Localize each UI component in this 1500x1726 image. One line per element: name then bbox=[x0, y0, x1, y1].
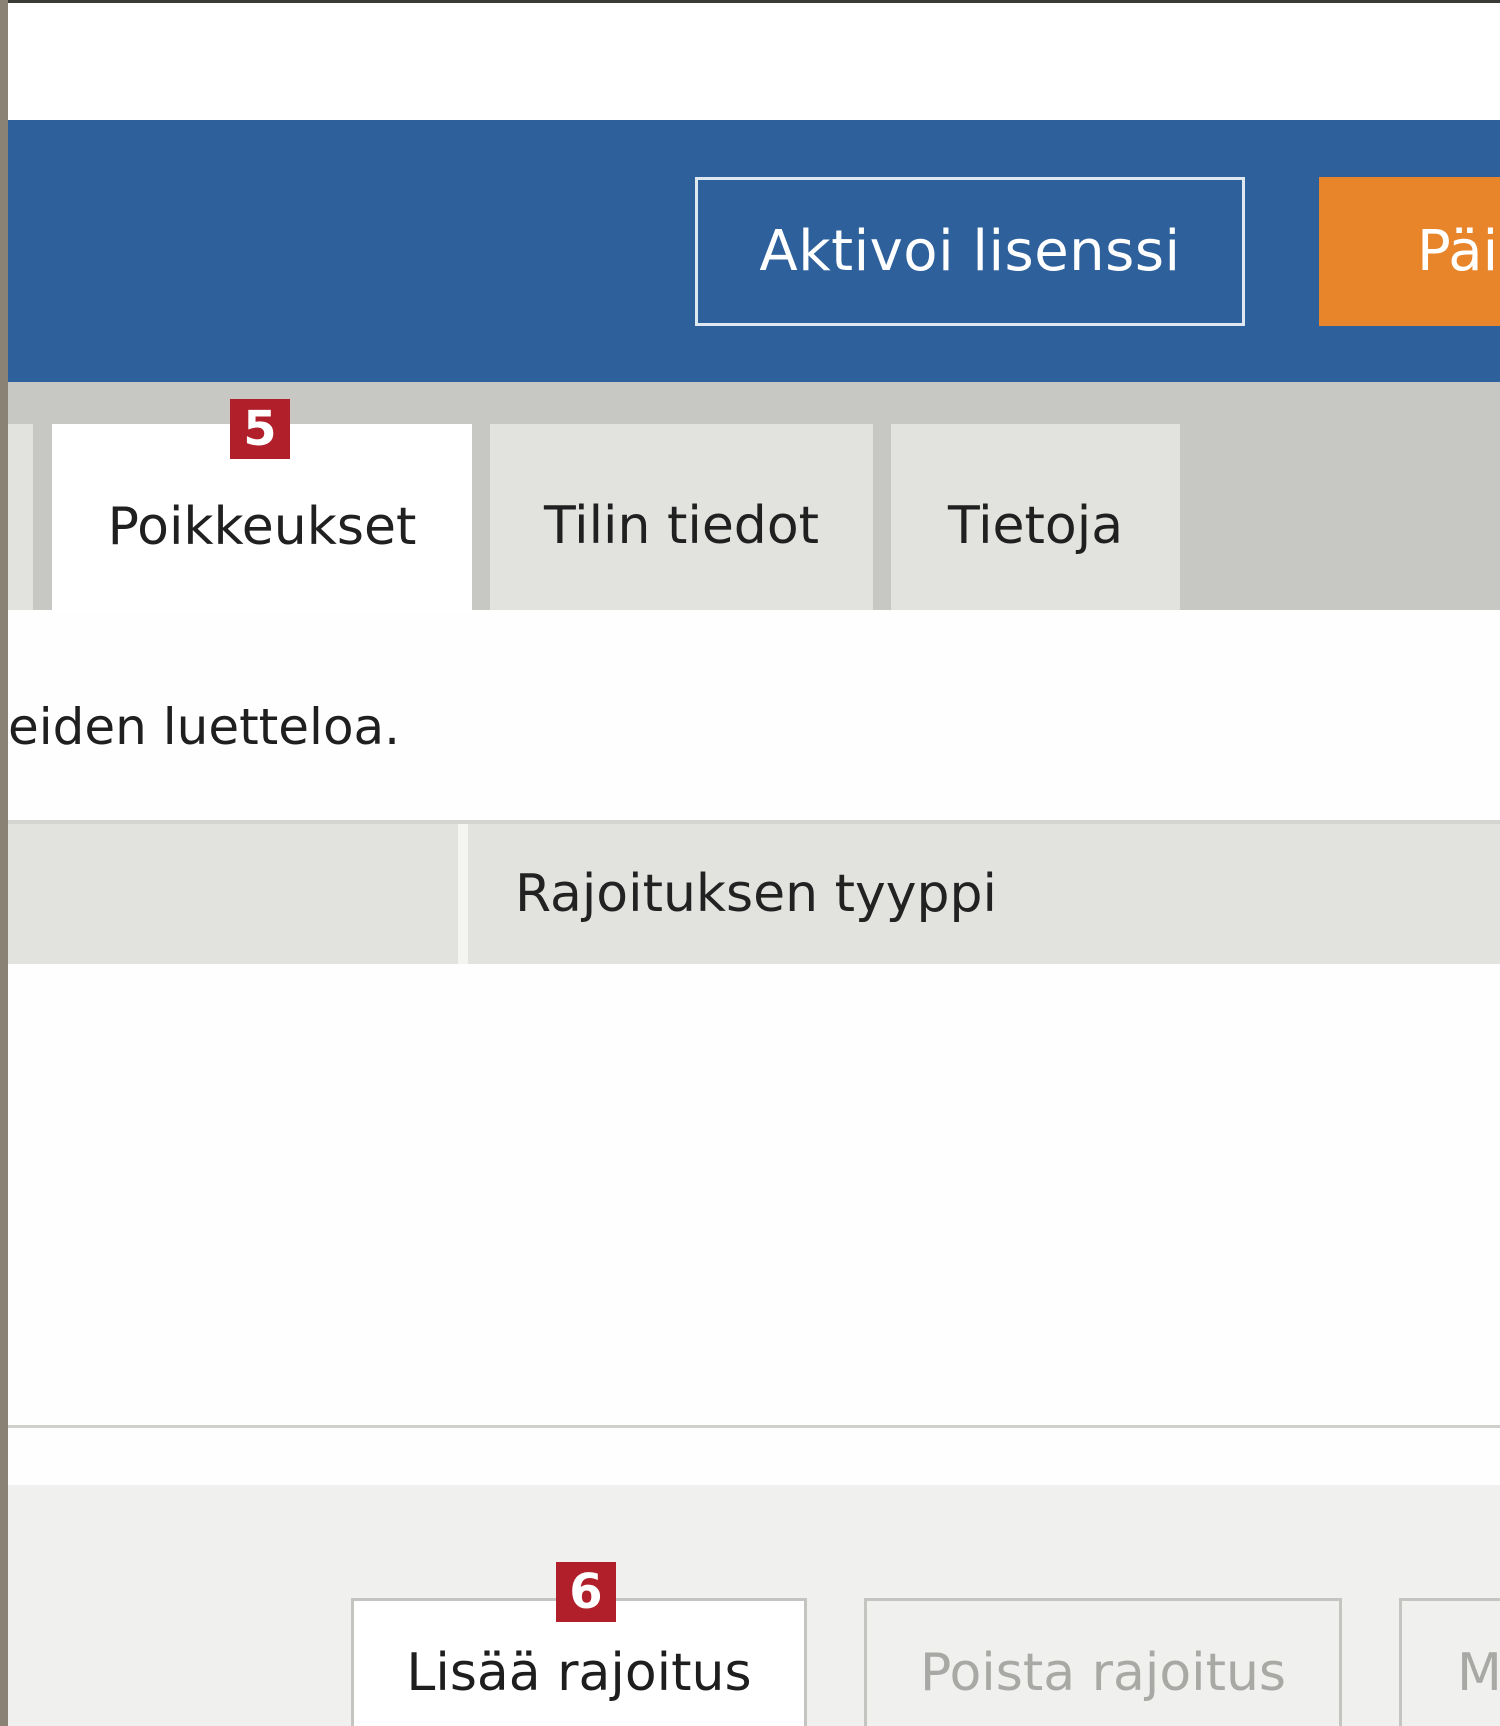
window-left-border bbox=[0, 0, 8, 1726]
tab-about[interactable]: Tietoja bbox=[891, 424, 1180, 610]
app-window: Aktivoi lisenssi Päi Poikkeukset Tilin t… bbox=[0, 0, 1500, 1726]
callout-marker-5: 5 bbox=[230, 399, 290, 459]
more-button[interactable]: M bbox=[1399, 1598, 1500, 1726]
tab-account-info[interactable]: Tilin tiedot bbox=[490, 424, 873, 610]
activate-license-button[interactable]: Aktivoi lisenssi bbox=[695, 177, 1245, 326]
column-header-restriction-type[interactable]: Rajoituksen tyyppi bbox=[515, 824, 997, 964]
remove-restriction-button[interactable]: Poista rajoitus bbox=[864, 1598, 1342, 1726]
table-bottom-border bbox=[8, 1425, 1500, 1428]
table-body bbox=[8, 964, 1500, 1425]
update-button[interactable]: Päi bbox=[1319, 177, 1500, 326]
tab-previous[interactable] bbox=[8, 424, 33, 610]
callout-marker-6: 6 bbox=[556, 1562, 616, 1622]
column-divider[interactable] bbox=[458, 824, 468, 964]
title-area bbox=[8, 3, 1500, 120]
intro-text: eiden luetteloa. bbox=[8, 698, 401, 756]
